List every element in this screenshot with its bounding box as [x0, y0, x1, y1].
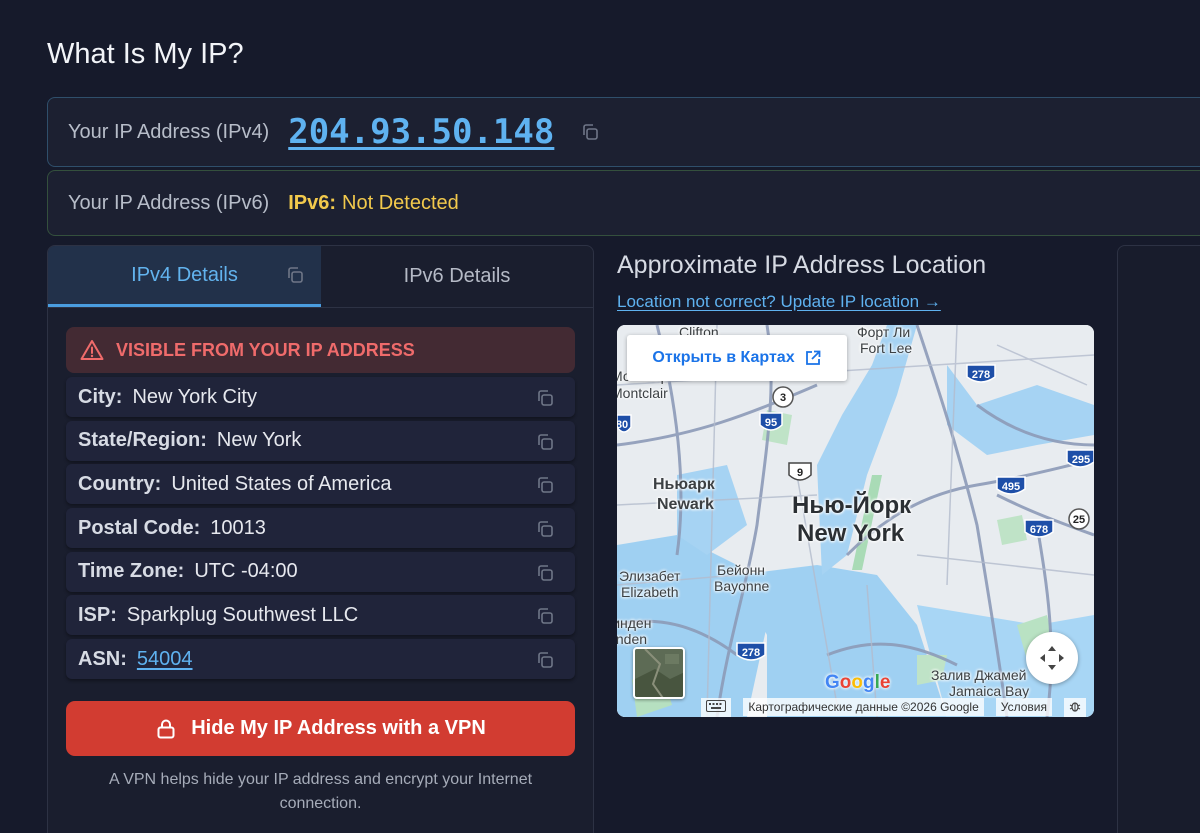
svg-text:278: 278: [742, 647, 760, 659]
warning-icon: [80, 340, 104, 360]
ipv6-label: Your IP Address (IPv6): [68, 191, 270, 214]
detail-key: ISP:: [78, 603, 117, 626]
copy-icon[interactable]: [535, 606, 555, 631]
map-label-new-york: New York: [797, 520, 905, 547]
detail-value: United States of America: [171, 472, 392, 495]
map-attribution-bar: Картографические данные ©2026 Google Усл…: [617, 697, 1094, 717]
vpn-note: A VPN helps hide your IP address and enc…: [108, 771, 533, 813]
detail-row-asn: ASN: 54004: [66, 639, 575, 680]
map-label-newark: Newark: [657, 496, 714, 513]
satellite-thumbnail-icon: [635, 649, 683, 697]
page-title: What Is My IP?: [47, 38, 244, 70]
copy-icon[interactable]: [535, 519, 555, 544]
open-in-maps-label: Открыть в Картах: [652, 349, 795, 366]
detail-row-city: City: New York City: [66, 377, 575, 417]
copy-icon[interactable]: [580, 122, 600, 142]
map-label-linden: Linden: [617, 631, 648, 647]
asn-link[interactable]: 54004: [137, 648, 193, 671]
location-map[interactable]: 3 95 9 278 295 495 678 25 80 278 Clifton…: [617, 325, 1094, 717]
ipv6-tag: IPv6:: [288, 191, 337, 214]
detail-row-isp: ISP: Sparkplug Southwest LLC: [66, 595, 575, 636]
map-label-jamaica-ru: Залив Джамей: [931, 667, 1027, 683]
copy-icon[interactable]: [535, 563, 555, 588]
ipv6-status: Not Detected: [342, 191, 459, 214]
map-label-elizabeth-ru: Элизабет: [619, 568, 681, 584]
detail-value: UTC -04:00: [194, 560, 298, 583]
google-logo: Google: [825, 672, 891, 693]
detail-key: State/Region:: [78, 429, 207, 452]
vpn-button-label: Hide My IP Address with a VPN: [191, 717, 486, 740]
svg-text:678: 678: [1030, 524, 1048, 536]
detail-value: New York: [216, 429, 302, 452]
map-label-fort-lee-ru: Форт Ли: [857, 325, 911, 340]
details-tabs: IPv4 Details IPv6 Details: [48, 246, 593, 308]
fullscreen-icon: [1040, 646, 1064, 670]
open-in-maps-button[interactable]: Открыть в Картах: [627, 335, 847, 381]
detail-row-state: State/Region: New York: [66, 420, 575, 461]
map-label-elizabeth: Elizabeth: [621, 584, 679, 600]
visibility-warning: VISIBLE FROM YOUR IP ADDRESS: [66, 327, 575, 373]
detail-value: 10013: [210, 516, 266, 539]
map-terms-link[interactable]: Условия: [995, 698, 1052, 716]
report-bug-icon[interactable]: [1064, 697, 1086, 717]
svg-text:278: 278: [972, 369, 990, 381]
copy-icon[interactable]: [535, 432, 555, 457]
update-location-link[interactable]: Location not correct? Update IP location…: [617, 292, 941, 312]
location-title: Approximate IP Address Location: [617, 251, 987, 279]
copy-icon[interactable]: [535, 650, 555, 675]
map-label-new-york-ru: Нью-Йорк: [792, 492, 912, 519]
warning-text: VISIBLE FROM YOUR IP ADDRESS: [116, 339, 415, 360]
svg-text:80: 80: [617, 419, 628, 431]
detail-key: Time Zone:: [78, 560, 185, 583]
detail-value: Sparkplug Southwest LLC: [126, 603, 359, 626]
copy-icon[interactable]: [535, 475, 555, 500]
tab-label: IPv4 Details: [131, 263, 238, 286]
ipv4-address[interactable]: 204.93.50.148: [288, 112, 554, 152]
tab-ipv4-details[interactable]: IPv4 Details: [48, 246, 321, 307]
keyboard-icon[interactable]: [701, 697, 732, 717]
svg-text:495: 495: [1002, 481, 1020, 493]
copy-icon[interactable]: [535, 388, 555, 413]
detail-row-country: Country: United States of America: [66, 464, 575, 505]
details-panel: IPv4 Details IPv6 Details VISIBLE FROM Y…: [47, 245, 594, 833]
right-side-panel: [1117, 245, 1200, 833]
map-label-fort-lee: Fort Lee: [860, 340, 913, 356]
external-link-icon: [805, 350, 820, 365]
map-label-montclair: Montclair: [617, 385, 668, 401]
ipv4-row: Your IP Address (IPv4) 204.93.50.148: [47, 97, 1200, 167]
satellite-layer-toggle[interactable]: [633, 647, 685, 699]
tab-label: IPv6 Details: [403, 265, 511, 287]
svg-text:9: 9: [797, 467, 803, 479]
detail-value: New York City: [132, 385, 257, 408]
map-fullscreen-button[interactable]: [1026, 632, 1078, 684]
tab-ipv6-details[interactable]: IPv6 Details: [321, 246, 593, 307]
detail-key: Postal Code:: [78, 516, 201, 539]
detail-key: City:: [78, 385, 123, 408]
map-data-attribution: Картографические данные ©2026 Google: [743, 698, 984, 716]
copy-icon[interactable]: [285, 265, 305, 291]
map-label-bayonne-ru: Бейонн: [717, 562, 766, 578]
ipv4-label: Your IP Address (IPv4): [68, 120, 270, 143]
map-label-linden-ru: Линден: [617, 615, 652, 631]
lock-icon: [157, 719, 175, 739]
svg-text:95: 95: [765, 417, 777, 429]
svg-text:3: 3: [780, 392, 786, 404]
hide-ip-vpn-button[interactable]: Hide My IP Address with a VPN: [66, 701, 575, 757]
detail-row-time-zone: Time Zone: UTC -04:00: [66, 551, 575, 592]
map-label-newark-ru: Ньюарк: [653, 476, 715, 493]
detail-row-postal-code: Postal Code: 10013: [66, 508, 575, 549]
svg-text:25: 25: [1073, 514, 1085, 526]
details-list: City: New York City State/Region: New Yo…: [66, 377, 575, 680]
map-label-bayonne: Bayonne: [714, 578, 770, 594]
svg-text:295: 295: [1072, 454, 1090, 466]
ipv6-row: Your IP Address (IPv6) IPv6: Not Detecte…: [47, 170, 1200, 236]
detail-key: ASN:: [78, 647, 127, 670]
detail-key: Country:: [78, 472, 162, 495]
